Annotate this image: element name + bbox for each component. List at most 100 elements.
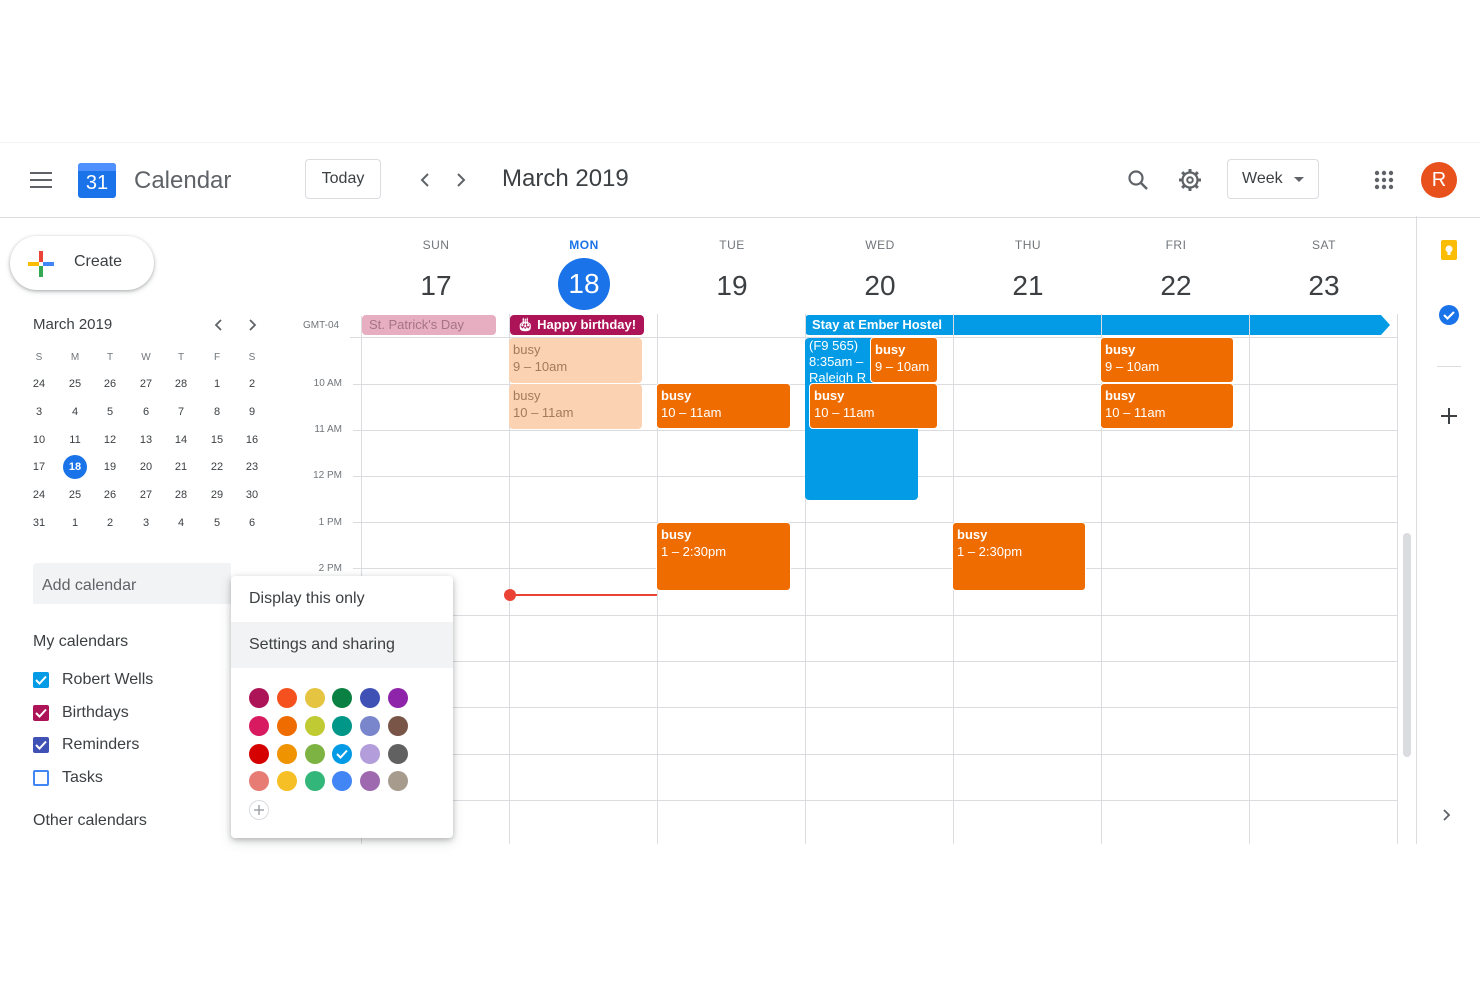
day-number[interactable]: 22 — [1102, 260, 1250, 312]
keep-icon[interactable] — [1440, 240, 1458, 260]
mini-day[interactable]: 8 — [205, 400, 229, 424]
mini-day[interactable]: 23 — [240, 455, 264, 479]
mini-day[interactable]: 5 — [98, 400, 122, 424]
color-swatch[interactable] — [304, 715, 325, 736]
mini-day[interactable]: 9 — [240, 400, 264, 424]
color-swatch[interactable] — [249, 715, 269, 736]
mini-prev-month-button[interactable] — [208, 315, 228, 335]
color-swatch-selected[interactable] — [332, 743, 353, 764]
checkbox-checked-icon[interactable] — [33, 672, 49, 688]
color-swatch[interactable] — [360, 743, 381, 764]
color-swatch[interactable] — [332, 715, 353, 736]
color-swatch[interactable] — [388, 715, 408, 736]
today-button[interactable]: Today — [305, 159, 381, 199]
mini-day[interactable]: 19 — [98, 455, 122, 479]
mini-day[interactable]: 14 — [169, 428, 193, 452]
expand-panel-chevron-icon[interactable] — [1443, 808, 1455, 822]
create-button[interactable]: Create — [10, 236, 154, 290]
my-calendars-heading[interactable]: My calendars — [33, 633, 128, 651]
day-number[interactable]: 19 — [658, 260, 806, 312]
event-mon-busy-10am[interactable]: busy 10 – 11am — [509, 384, 642, 429]
color-swatch[interactable] — [276, 771, 297, 792]
mini-next-month-button[interactable] — [243, 315, 263, 335]
allday-birthday[interactable]: 🎂︎ Happy birthday! — [510, 315, 644, 335]
allday-st-patricks[interactable]: St. Patrick's Day — [362, 315, 496, 335]
mini-day[interactable]: 12 — [98, 428, 122, 452]
mini-day[interactable]: 25 — [63, 483, 87, 507]
day-header-thu[interactable]: THU 21 — [954, 238, 1102, 312]
day-header-mon[interactable]: MON 18 — [510, 238, 658, 310]
event-fri-busy-9am[interactable]: busy 9 – 10am — [1100, 337, 1234, 383]
color-swatch[interactable] — [276, 743, 297, 764]
color-swatch[interactable] — [276, 688, 297, 708]
settings-button[interactable] — [1175, 165, 1205, 195]
mini-day[interactable]: 26 — [98, 483, 122, 507]
event-wed-busy-9am[interactable]: busy 9 – 10am — [870, 337, 938, 383]
color-swatch[interactable] — [304, 771, 325, 792]
mini-day[interactable]: 27 — [134, 483, 158, 507]
mini-day[interactable]: 26 — [98, 372, 122, 396]
mini-day[interactable]: 20 — [134, 455, 158, 479]
grid-scrollbar[interactable] — [1403, 533, 1411, 757]
mini-day[interactable]: 22 — [205, 455, 229, 479]
checkbox-checked-icon[interactable] — [33, 737, 49, 753]
day-number[interactable]: 20 — [806, 260, 954, 312]
mini-day[interactable]: 24 — [27, 483, 51, 507]
allday-hostel-stay[interactable]: Stay at Ember Hostel — [805, 315, 1381, 335]
tasks-icon[interactable] — [1438, 304, 1460, 326]
custom-color-button[interactable] — [249, 800, 269, 820]
calendar-item[interactable]: Reminders — [33, 733, 139, 757]
mini-day[interactable]: 16 — [240, 428, 264, 452]
color-swatch[interactable] — [388, 688, 408, 708]
main-menu-icon[interactable] — [26, 165, 56, 195]
next-week-button[interactable] — [447, 165, 475, 195]
mini-day[interactable]: 27 — [134, 372, 158, 396]
mini-day[interactable]: 6 — [240, 511, 264, 535]
event-tue-busy-1pm[interactable]: busy 1 – 2:30pm — [656, 522, 791, 591]
display-this-only-item[interactable]: Display this only — [231, 576, 453, 622]
other-calendars-heading[interactable]: Other calendars — [33, 812, 147, 830]
mini-day[interactable]: 24 — [27, 372, 51, 396]
add-calendar-input[interactable]: Add calendar — [33, 563, 231, 604]
mini-day[interactable]: 30 — [240, 483, 264, 507]
color-swatch[interactable] — [360, 715, 381, 736]
search-button[interactable] — [1124, 165, 1152, 195]
google-apps-button[interactable] — [1370, 165, 1398, 195]
event-fri-busy-10am[interactable]: busy 10 – 11am — [1100, 383, 1234, 429]
day-header-sun[interactable]: SUN 17 — [362, 238, 510, 312]
mini-day[interactable]: 15 — [205, 428, 229, 452]
day-number[interactable]: 23 — [1250, 260, 1398, 312]
mini-day[interactable]: 10 — [27, 428, 51, 452]
mini-day[interactable]: 28 — [169, 483, 193, 507]
color-swatch[interactable] — [304, 743, 325, 764]
calendar-item[interactable]: Birthdays — [33, 701, 129, 725]
mini-day[interactable]: 21 — [169, 455, 193, 479]
color-swatch[interactable] — [332, 688, 353, 708]
mini-day[interactable]: 4 — [169, 511, 193, 535]
mini-day[interactable]: 17 — [27, 455, 51, 479]
day-header-sat[interactable]: SAT 23 — [1250, 238, 1398, 312]
mini-day-today[interactable]: 18 — [63, 455, 87, 480]
color-swatch[interactable] — [388, 743, 408, 764]
mini-day[interactable]: 5 — [205, 511, 229, 535]
event-tue-busy-10am[interactable]: busy 10 – 11am — [656, 383, 791, 429]
color-swatch[interactable] — [388, 771, 408, 792]
checkbox-unchecked-icon[interactable] — [33, 769, 49, 786]
day-header-wed[interactable]: WED 20 — [806, 238, 954, 312]
event-mon-busy-9am[interactable]: busy 9 – 10am — [509, 338, 642, 383]
get-addons-plus-icon[interactable] — [1441, 408, 1459, 426]
mini-day[interactable]: 2 — [240, 372, 264, 396]
mini-day[interactable]: 3 — [134, 511, 158, 535]
color-swatch[interactable] — [332, 771, 353, 792]
mini-day[interactable]: 11 — [63, 428, 87, 452]
calendar-logo-icon[interactable]: 31 — [78, 160, 116, 198]
event-thu-busy-1pm[interactable]: busy 1 – 2:30pm — [952, 522, 1086, 591]
mini-day[interactable]: 7 — [169, 400, 193, 424]
color-swatch[interactable] — [249, 771, 269, 792]
event-wed-busy-10am[interactable]: busy 10 – 11am — [809, 383, 938, 429]
day-number[interactable]: 21 — [954, 260, 1102, 312]
day-header-fri[interactable]: FRI 22 — [1102, 238, 1250, 312]
checkbox-checked-icon[interactable] — [33, 704, 49, 721]
day-number[interactable]: 17 — [362, 260, 510, 312]
color-swatch[interactable] — [304, 688, 325, 708]
